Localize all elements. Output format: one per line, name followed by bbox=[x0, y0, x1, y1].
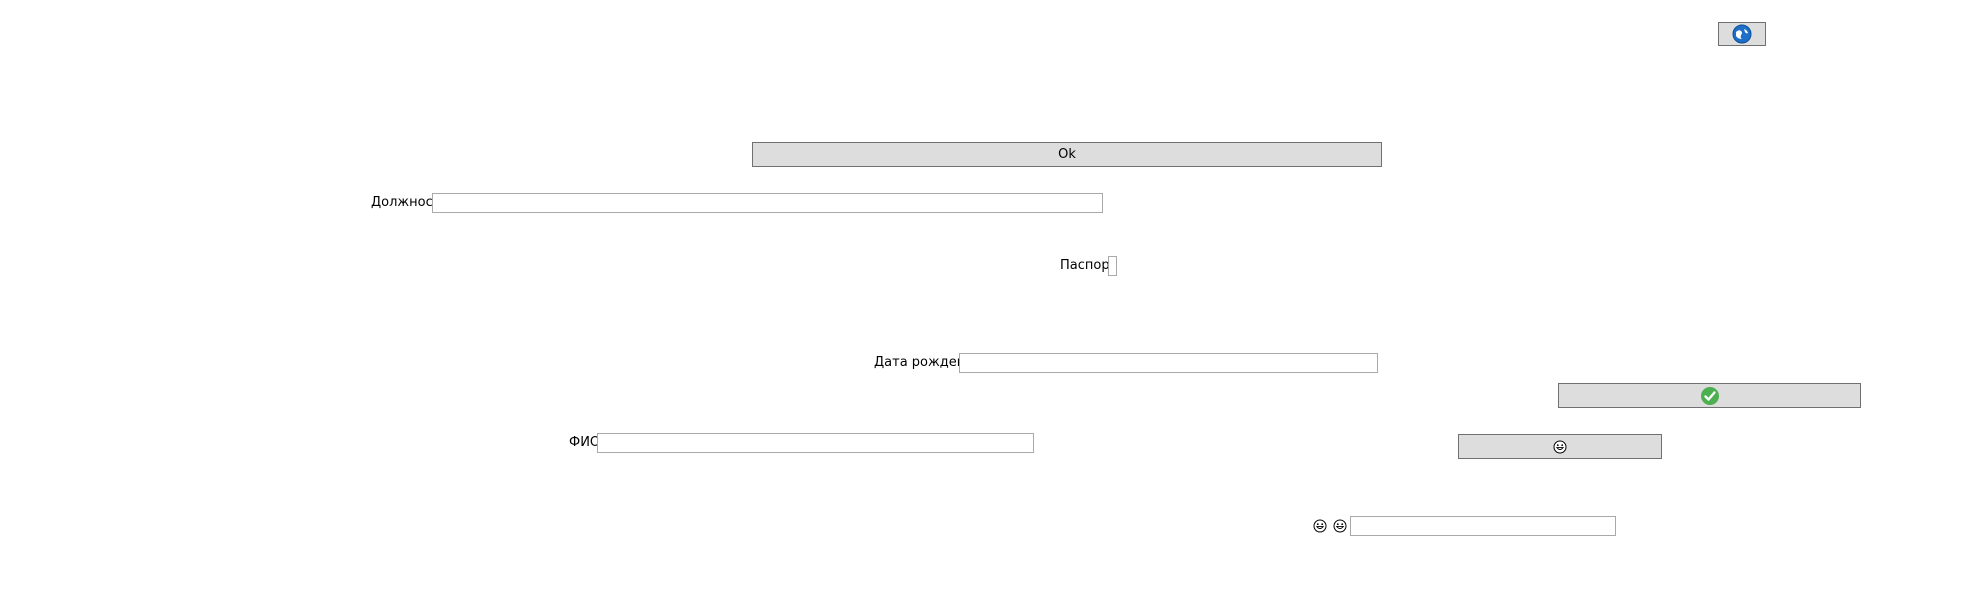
emoji-button[interactable] bbox=[1458, 434, 1662, 459]
birthdate-input[interactable] bbox=[959, 353, 1378, 373]
grinning-face-label-icon bbox=[1313, 519, 1327, 533]
ok-button[interactable]: Ok bbox=[752, 142, 1382, 167]
globe-button[interactable] bbox=[1718, 22, 1766, 46]
check-circle-icon bbox=[1700, 386, 1720, 406]
grinning-face-icon bbox=[1553, 440, 1567, 454]
fio-label: ФИО bbox=[569, 435, 601, 450]
fio-input[interactable] bbox=[597, 433, 1034, 453]
smiling-face-label-icon bbox=[1333, 519, 1347, 533]
confirm-button[interactable] bbox=[1558, 383, 1861, 408]
position-input[interactable] bbox=[432, 193, 1103, 213]
globe-icon bbox=[1732, 24, 1752, 44]
passport-input[interactable] bbox=[1108, 256, 1117, 276]
emoji-field-input[interactable] bbox=[1350, 516, 1616, 536]
